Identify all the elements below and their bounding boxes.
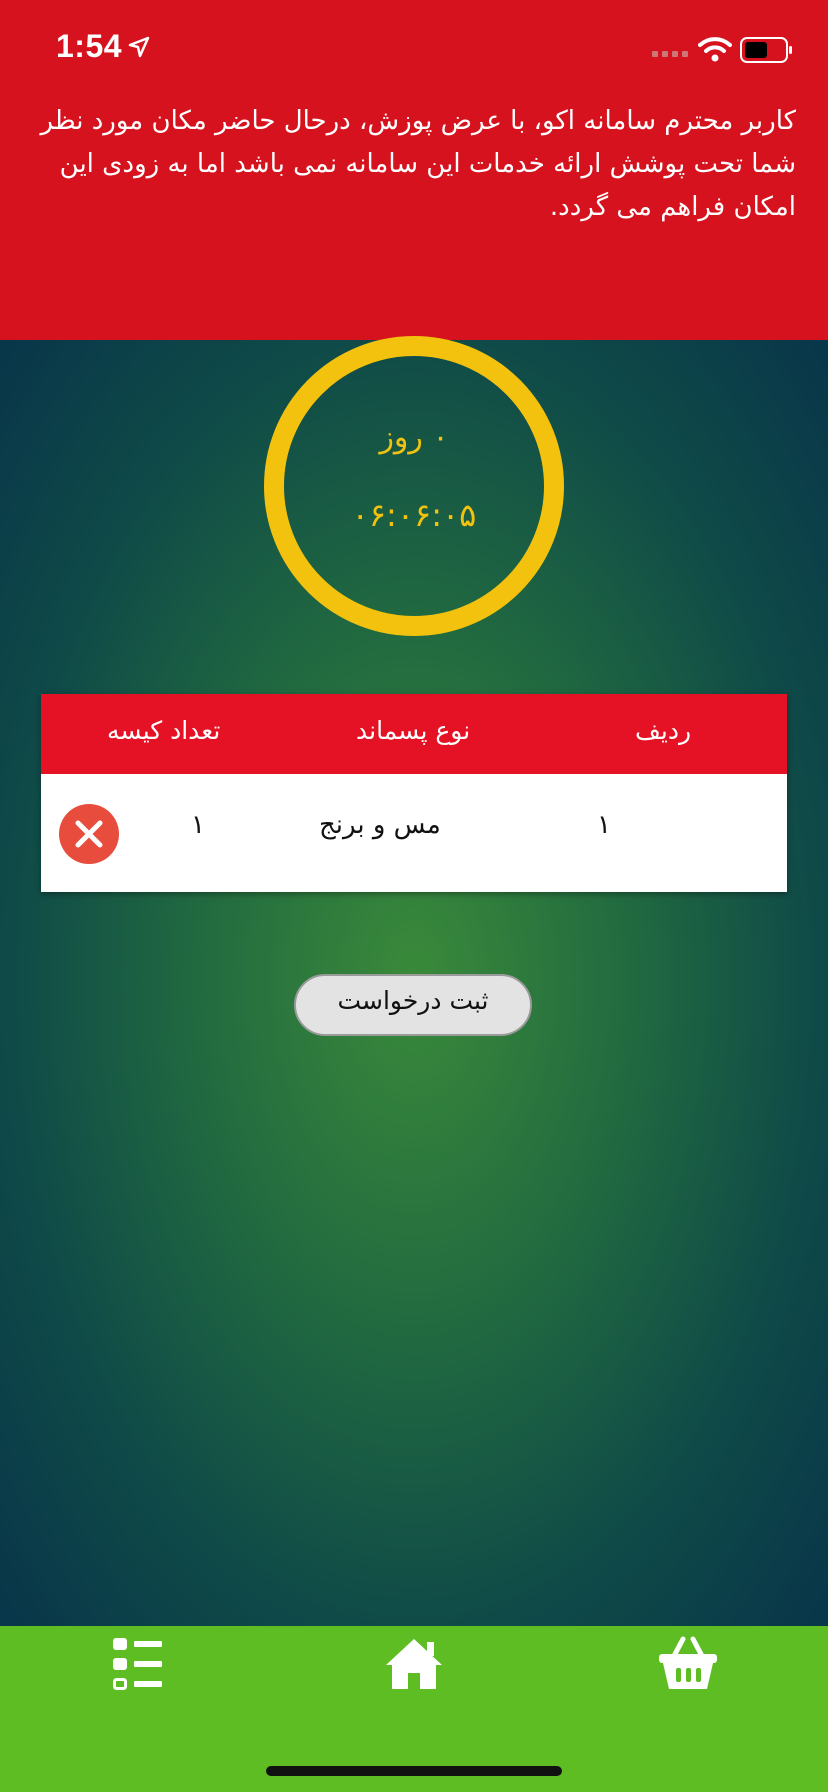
countdown-days: ۰ روز [379,420,449,455]
home-indicator [266,1766,562,1776]
remove-row-button[interactable] [59,804,119,864]
wifi-icon [698,37,732,62]
header-waste-type: نوع پسماند [356,716,471,745]
battery-icon [740,37,792,63]
tab-basket[interactable] [658,1636,718,1696]
waste-table: ردیف نوع پسماند تعداد کیسه ۱ مس و برنج ۱ [41,694,787,892]
basket-icon [659,1636,717,1689]
tab-home[interactable] [384,1636,444,1696]
close-icon [75,820,103,848]
submit-request-button[interactable]: ثبت درخواست [294,974,532,1036]
cell-waste-type: مس و برنج [319,810,441,840]
countdown-clock: ۰۶:۰۶:۰۵ [351,496,477,534]
location-alert-banner: 1:54 کاربر محترم سامانه اکو، با عرض پوزش… [0,0,828,340]
header-bag-count: تعداد کیسه [107,716,221,745]
alert-message: کاربر محترم سامانه اکو، با عرض پوزش، درح… [40,106,796,222]
table-header: ردیف نوع پسماند تعداد کیسه [41,694,787,774]
location-arrow-icon [128,36,150,58]
cell-bag-count: ۱ [191,810,205,840]
countdown-ring [264,336,564,636]
tab-list[interactable] [112,1636,164,1696]
cell-row-number: ۱ [597,810,611,840]
home-icon [386,1639,442,1689]
cellular-signal-icon [652,51,688,57]
status-time: 1:54 [56,28,123,64]
header-row-number: ردیف [635,716,692,745]
list-icon [113,1638,162,1690]
